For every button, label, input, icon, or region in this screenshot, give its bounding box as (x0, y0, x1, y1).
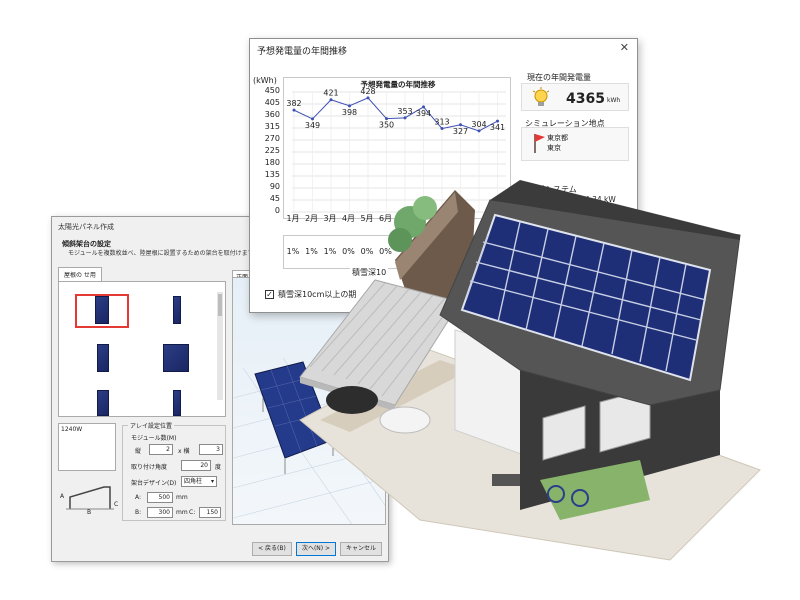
screenshot-canvas: 太陽光パネル作成 傾斜架台の設定 モジュールを複数枚並べ、陸屋根に設置するための… (0, 0, 800, 600)
house-3d-render (299, 180, 761, 561)
